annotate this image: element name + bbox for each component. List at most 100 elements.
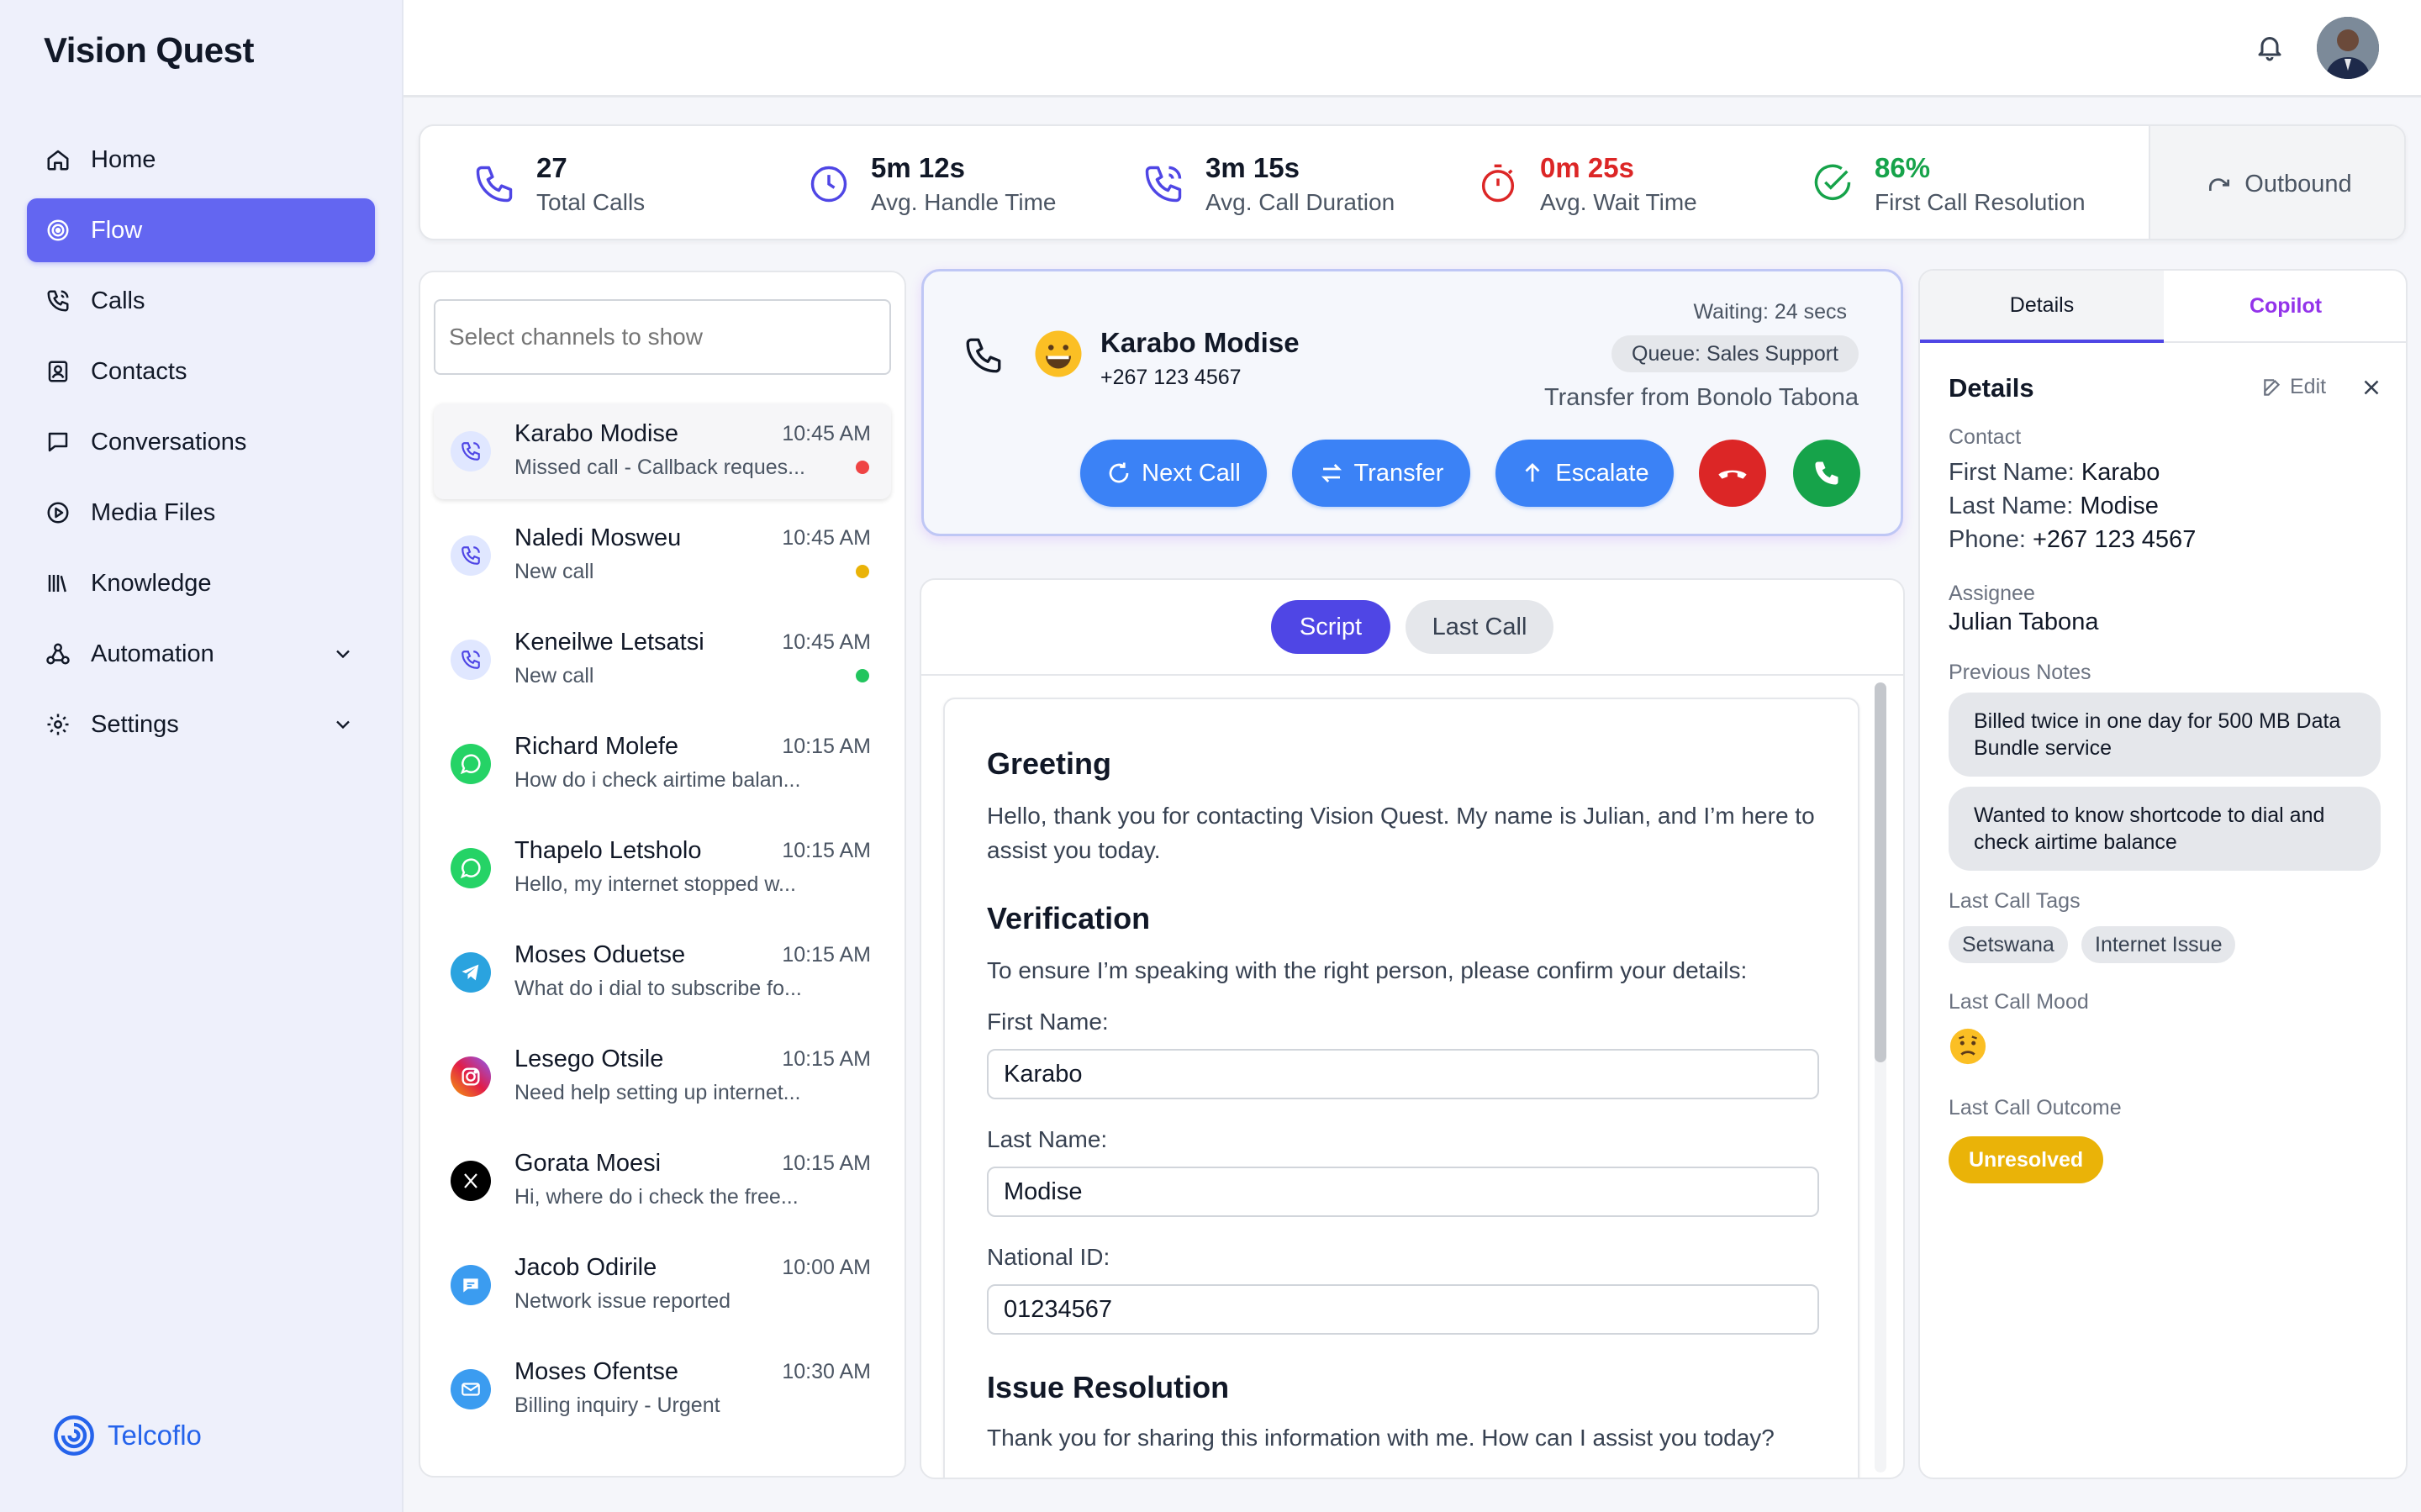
- avatar[interactable]: [2317, 17, 2379, 79]
- details-heading: Details: [1949, 373, 2034, 403]
- timestamp: 10:15 AM: [782, 943, 871, 967]
- last-call-tags-caption: Last Call Tags: [1949, 889, 2081, 913]
- contact-name: Moses Ofentse: [514, 1358, 679, 1385]
- sidebar: Vision Quest Home Flow Calls Contacts Co…: [0, 0, 404, 1512]
- list-item[interactable]: Richard Molefe 10:15 AM How do i check a…: [434, 716, 891, 812]
- nav-label: Flow: [91, 216, 143, 244]
- timestamp: 10:45 AM: [782, 526, 871, 550]
- national-id-label: National ID:: [987, 1244, 1110, 1270]
- first-name-label: First Name:: [1949, 459, 2075, 486]
- waiting-time: Waiting: 24 secs: [1693, 300, 1847, 324]
- main-nav: Home Flow Calls Contacts Conversations M…: [27, 128, 375, 763]
- script-scrollbar[interactable]: [1875, 682, 1886, 1472]
- timestamp: 10:15 AM: [782, 839, 871, 862]
- queue-badge: Queue: Sales Support: [1611, 335, 1859, 372]
- phone-icon: [963, 332, 1005, 379]
- message-preview: Hi, where do i check the free...: [514, 1185, 799, 1209]
- gear-icon: [44, 710, 72, 739]
- stat-label: Total Calls: [536, 189, 646, 215]
- telegram-icon: [451, 952, 491, 993]
- contact-name: Lesego Otsile: [514, 1046, 664, 1072]
- details-panel: Details Copilot Details Edit Contact Fir…: [1918, 269, 2408, 1479]
- list-item[interactable]: Thapelo Letsholo 10:15 AM Hello, my inte…: [434, 820, 891, 916]
- nav-item-flow[interactable]: Flow: [27, 198, 375, 262]
- nav-item-automation[interactable]: Automation: [27, 622, 375, 686]
- bell-icon[interactable]: [2255, 32, 2285, 62]
- footer-brand[interactable]: Telcoflo: [52, 1414, 202, 1457]
- issue-resolution-heading: Issue Resolution: [987, 1370, 1230, 1404]
- contacts-icon: [44, 357, 72, 386]
- tab-details[interactable]: Details: [1920, 271, 2164, 343]
- message-preview: Hello, my internet stopped w...: [514, 872, 796, 896]
- tag: Internet Issue: [2081, 926, 2236, 963]
- list-item[interactable]: Lesego Otsile 10:15 AM Need help setting…: [434, 1029, 891, 1125]
- tab-last-call[interactable]: Last Call: [1406, 600, 1553, 654]
- timestamp: 10:15 AM: [782, 1047, 871, 1071]
- last-name-label: Last Name:: [987, 1126, 1108, 1152]
- chevron-down-icon[interactable]: [331, 642, 355, 666]
- last-name-field[interactable]: [987, 1167, 1819, 1217]
- first-name-field[interactable]: [987, 1049, 1819, 1099]
- outbound-button[interactable]: Outbound: [2149, 126, 2404, 239]
- home-icon: [44, 145, 72, 174]
- edit-button[interactable]: Edit: [2261, 375, 2326, 399]
- phone-icon: [44, 287, 72, 315]
- nav-label: Media Files: [91, 498, 216, 526]
- tag: Setswana: [1949, 926, 2068, 963]
- timestamp: 10:15 AM: [782, 1151, 871, 1175]
- stat-value: 27: [536, 152, 567, 183]
- escalate-label: Escalate: [1555, 459, 1649, 487]
- list-item[interactable]: Naledi Mosweu 10:45 AM New call: [434, 508, 891, 603]
- national-id-field[interactable]: [987, 1284, 1819, 1335]
- timestamp: 10:45 AM: [782, 630, 871, 654]
- note-item: Billed twice in one day for 500 MB Data …: [1949, 693, 2381, 777]
- channel-filter-input[interactable]: [434, 299, 891, 375]
- list-item[interactable]: Jacob Odirile 10:00 AM Network issue rep…: [434, 1237, 891, 1333]
- stat-label: Avg. Wait Time: [1540, 189, 1697, 215]
- redo-arrow-icon: [2206, 171, 2233, 198]
- chevron-down-icon[interactable]: [331, 713, 355, 736]
- edit-icon: [2261, 377, 2283, 398]
- stats-bar: 27 Total Calls 5m 12s Avg. Handle Time 3m …: [419, 124, 2406, 240]
- list-item[interactable]: Keneilwe Letsatsi 10:45 AM New call: [434, 612, 891, 708]
- nav-item-settings[interactable]: Settings: [27, 693, 375, 756]
- list-item[interactable]: Moses Ofentse 10:30 AM Billing inquiry -…: [434, 1341, 891, 1437]
- nav-item-calls[interactable]: Calls: [27, 269, 375, 333]
- escalate-button[interactable]: Escalate: [1495, 440, 1674, 507]
- tab-copilot[interactable]: Copilot: [2164, 271, 2406, 343]
- nav-item-media-files[interactable]: Media Files: [27, 481, 375, 545]
- phone-value: +267 123 4567: [2032, 526, 2197, 553]
- close-icon[interactable]: [2359, 375, 2384, 400]
- assignee-value: Julian Tabona: [1949, 608, 2099, 635]
- nav-item-contacts[interactable]: Contacts: [27, 340, 375, 403]
- list-item[interactable]: Karabo Modise 10:45 AM Missed call - Cal…: [434, 403, 891, 499]
- accept-call-button[interactable]: [1793, 440, 1860, 507]
- first-name-row: First Name: Karabo: [1949, 459, 2160, 487]
- stat-label: Avg. Handle Time: [871, 189, 1057, 215]
- nav-item-conversations[interactable]: Conversations: [27, 410, 375, 474]
- contact-caption: Contact: [1949, 425, 2022, 449]
- note-item: Wanted to know shortcode to dial and che…: [1949, 787, 2381, 871]
- tab-script[interactable]: Script: [1271, 600, 1390, 654]
- list-item[interactable]: Moses Oduetse 10:15 AM What do i dial to…: [434, 925, 891, 1020]
- timestamp: 10:30 AM: [782, 1360, 871, 1383]
- decline-call-button[interactable]: [1699, 440, 1766, 507]
- stat-value: 0m 25s: [1540, 152, 1634, 183]
- phone-icon: [451, 535, 491, 576]
- nav-label: Calls: [91, 287, 145, 314]
- scrollbar-thumb[interactable]: [1875, 682, 1886, 1062]
- status-dot: [856, 565, 869, 578]
- phone-label: Phone:: [1949, 526, 2026, 553]
- phone-icon: [451, 640, 491, 680]
- transfer-from: Transfer from Bonolo Tabona: [1544, 384, 1859, 411]
- nav-item-home[interactable]: Home: [27, 128, 375, 192]
- timestamp: 10:45 AM: [782, 422, 871, 445]
- stat-handle-time: 5m 12s Avg. Handle Time: [807, 126, 1057, 239]
- list-item[interactable]: Gorata Moesi 10:15 AM Hi, where do i che…: [434, 1133, 891, 1229]
- nav-item-knowledge[interactable]: Knowledge: [27, 551, 375, 615]
- transfer-button[interactable]: Transfer: [1292, 440, 1470, 507]
- refresh-icon: [1106, 461, 1131, 486]
- arrow-up-icon: [1520, 461, 1545, 486]
- next-call-button[interactable]: Next Call: [1080, 440, 1267, 507]
- message-preview: New call: [514, 560, 594, 583]
